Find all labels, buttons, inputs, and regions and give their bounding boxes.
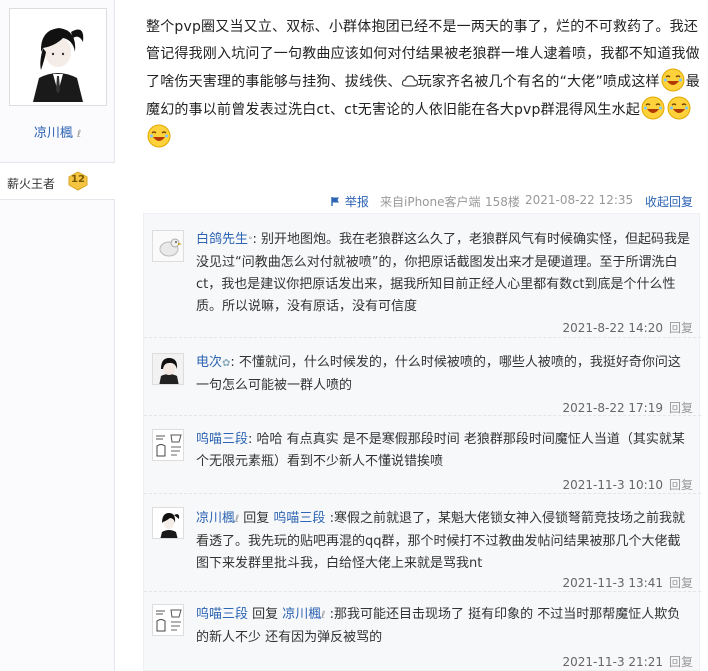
reply-avatar[interactable]	[152, 604, 184, 636]
reply-button[interactable]: 回复	[669, 321, 693, 335]
laugh-emoji	[147, 124, 171, 148]
reply-to-user[interactable]: 呜喵三段	[273, 511, 325, 526]
reply-button[interactable]: 回复	[669, 576, 693, 590]
reply-prefix: 回复	[239, 511, 274, 526]
reply-button[interactable]: 回复	[669, 401, 693, 415]
reply-author[interactable]: 呜喵三段	[196, 607, 248, 622]
reply-time: 2021-8-22 14:20	[562, 321, 663, 335]
reply-author[interactable]: 凉川楓	[196, 511, 235, 526]
reply-item: 白鸽先生°: 别开地图炮。我在老狼群这么久了，老狼群风气有时候确实怪，但起码我是…	[144, 214, 701, 338]
reply-avatar[interactable]	[152, 353, 184, 385]
reply-text: : 哈哈 有点真实 是不是寒假那段时间 老狼群那段时间魔怔人当道（其实就某个无限…	[196, 432, 685, 469]
laugh-emoji	[661, 68, 685, 92]
report-button[interactable]: 举报	[330, 193, 369, 210]
reply-author[interactable]: 电次	[196, 355, 222, 370]
level-row: 薪火王者 12	[0, 162, 115, 200]
post-floor: 158楼	[485, 195, 520, 209]
level-badge-icon: 12	[67, 171, 89, 191]
reply-prefix: 回复	[248, 607, 283, 622]
author-panel: 凉川楓 ℓ 薪火王者 12	[0, 0, 115, 671]
post-source: 来自iPhone客户端	[380, 195, 481, 209]
author-name-row[interactable]: 凉川楓 ℓ	[0, 122, 115, 141]
cloud-icon	[401, 70, 418, 87]
laugh-emoji	[667, 96, 691, 120]
reply-button[interactable]: 回复	[669, 478, 693, 492]
reply-time: 2021-11-3 21:21	[562, 655, 663, 669]
reply-time: 2021-11-3 10:10	[562, 478, 663, 492]
reply-avatar[interactable]	[152, 507, 184, 539]
reply-item: 呜喵三段 回复 凉川楓ℓ :那我可能还目击现场了 挺有印象的 不过当时那帮魔怔人…	[144, 592, 701, 671]
verified-icon: ℓ	[77, 129, 82, 140]
reply-time: 2021-11-3 13:41	[562, 576, 663, 590]
post-tail: 举报 来自iPhone客户端 158楼 2021-08-22 12:35 收起回…	[330, 193, 700, 211]
level-number: 12	[71, 174, 85, 185]
reply-text: : 别开地图炮。我在老狼群这么久了，老狼群风气有时候确实怪，但起码我是没见过“问…	[196, 232, 691, 314]
reply-text: : 不懂就问，什么时候发的，什么时候被喷的，哪些人被喷的，我挺好奇你问这一句怎么…	[196, 355, 681, 393]
collapse-replies-button[interactable]: 收起回复	[645, 193, 693, 210]
reply-avatar[interactable]	[152, 230, 184, 262]
author-avatar[interactable]	[9, 8, 107, 106]
reply-item: 电次✿: 不懂就问，什么时候发的，什么时候被喷的，哪些人被喷的，我挺好奇你问这一…	[144, 338, 701, 416]
reply-author[interactable]: 白鸽先生	[196, 232, 248, 247]
post-text-part-2: 玩家齐名被几个有名的“大佬”喷成这样	[417, 74, 660, 90]
reply-list: 白鸽先生°: 别开地图炮。我在老狼群这么久了，老狼群风气有时候确实怪，但起码我是…	[143, 213, 701, 671]
reply-avatar[interactable]	[152, 429, 184, 461]
reply-item: 呜喵三段: 哈哈 有点真实 是不是寒假那段时间 老狼群那段时间魔怔人当道（其实就…	[144, 416, 701, 494]
reply-time: 2021-8-22 17:19	[562, 401, 663, 415]
reply-to-user[interactable]: 凉川楓	[282, 607, 321, 622]
post-time: 2021-08-22 12:35	[525, 193, 634, 207]
post-content: 整个pvp圈又当又立、双标、小群体抱团已经不是一两天的事了，烂的不可救药了。我还…	[146, 14, 701, 152]
report-icon	[331, 197, 339, 206]
laugh-emoji	[641, 96, 665, 120]
reply-button[interactable]: 回复	[669, 655, 693, 669]
author-name[interactable]: 凉川楓	[34, 126, 73, 141]
reply-item: 凉川楓ℓ 回复 呜喵三段 :寒假之前就退了，某魁大佬锁女神入侵锁弩箭竞技场之前我…	[144, 494, 701, 592]
report-label[interactable]: 举报	[345, 195, 369, 209]
level-name: 薪火王者	[7, 177, 56, 191]
reply-author[interactable]: 呜喵三段	[196, 432, 248, 447]
